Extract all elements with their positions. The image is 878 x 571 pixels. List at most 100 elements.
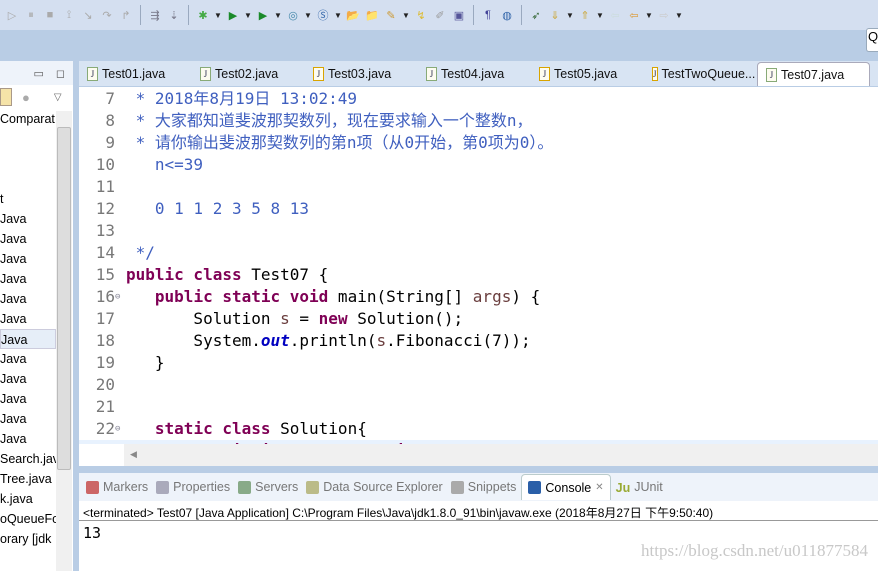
run-icon[interactable]: ▶	[225, 7, 241, 23]
tree-item[interactable]: Java	[0, 329, 56, 349]
tab-label: Test07.java	[781, 67, 845, 82]
code-token: Solution();	[347, 309, 464, 328]
terminate-icon[interactable]: ■	[42, 7, 58, 23]
tree-item[interactable]: Java	[0, 249, 56, 269]
java-file-icon: J	[766, 67, 777, 82]
tab-snippets[interactable]: Snippets	[448, 474, 520, 500]
tree-item[interactable]: orary [jdk	[0, 529, 56, 549]
dropdown-arrow-icon[interactable]: ▼	[402, 11, 410, 20]
block-selection-icon[interactable]: ▣	[451, 7, 467, 23]
dropdown-arrow-icon[interactable]: ▼	[304, 11, 312, 20]
next-annotation-icon[interactable]: ⇓	[547, 7, 563, 23]
tree-item[interactable]: Java	[0, 369, 56, 389]
globe-icon[interactable]: ◍	[499, 7, 515, 23]
fold-gutter	[115, 330, 126, 352]
dropdown-arrow-icon[interactable]: ▼	[214, 11, 222, 20]
dropdown-arrow-icon[interactable]: ▼	[675, 11, 683, 20]
tab-servers[interactable]: Servers	[235, 474, 301, 500]
tree-item[interactable]: Java	[0, 389, 56, 409]
disconnect-icon[interactable]: ⟟	[61, 7, 77, 23]
code-line: 14 */	[79, 242, 878, 264]
new-class-icon[interactable]: Ⓢ	[315, 7, 331, 23]
tab-test01-java[interactable]: J Test01.java	[79, 62, 192, 86]
launch-icon[interactable]: ➶	[528, 7, 544, 23]
step-into-icon[interactable]: ↘	[80, 7, 96, 23]
tree-item[interactable]	[0, 129, 56, 149]
highlight-icon[interactable]: ↯	[413, 7, 429, 23]
tab-test05-java[interactable]: J Test05.java	[531, 62, 644, 86]
step-over-icon[interactable]: ↷	[99, 7, 115, 23]
tree-item[interactable]: k.java	[0, 489, 56, 509]
step-return-icon[interactable]: ↱	[118, 7, 134, 23]
snippets-icon	[450, 480, 464, 494]
collapse-icon[interactable]: ●	[22, 90, 30, 105]
back-icon[interactable]: ⇦	[607, 7, 623, 23]
toggle-mark-icon[interactable]: ✐	[432, 7, 448, 23]
code-token: * 请你输出斐波那契数列的第n项（从0开始，第0项为0）。	[126, 133, 554, 152]
tree-item[interactable]	[0, 149, 56, 169]
minimize-icon[interactable]: ▭	[33, 67, 43, 80]
tree-item[interactable]: Java	[0, 309, 56, 329]
tree-item[interactable]: Java	[0, 209, 56, 229]
dropdown-arrow-icon[interactable]: ▼	[274, 11, 282, 20]
tree-item[interactable]: Java	[0, 229, 56, 249]
suspend-icon[interactable]: ⏸	[23, 7, 39, 23]
search-icon[interactable]: ✎	[383, 7, 399, 23]
line-number: 18	[95, 331, 115, 350]
quick-access-search[interactable]: Q	[866, 28, 878, 52]
console-status: <terminated> Test07 [Java Application] C…	[79, 501, 878, 521]
code-text: static class Solution{	[126, 418, 367, 440]
use-step-filters-icon[interactable]: ⇣	[166, 7, 182, 23]
scrollbar-thumb[interactable]	[57, 127, 71, 470]
close-icon[interactable]: ✕	[595, 482, 603, 493]
dropdown-arrow-icon[interactable]: ▼	[244, 11, 252, 20]
tab-test04-java[interactable]: J Test04.java	[418, 62, 531, 86]
open-task-icon[interactable]: 📁	[364, 7, 380, 23]
tab-properties[interactable]: Properties	[153, 474, 233, 500]
resume-icon[interactable]: ▷	[4, 7, 20, 23]
previous-annotation-icon[interactable]: ⇑	[577, 7, 593, 23]
fold-gutter	[115, 220, 126, 242]
tree-item[interactable]: Java	[0, 349, 56, 369]
forward-icon[interactable]: ⇨	[656, 7, 672, 23]
dropdown-arrow-icon[interactable]: ▼	[566, 11, 574, 20]
fold-toggle-icon[interactable]: ⊖	[115, 418, 126, 440]
drop-frame-icon[interactable]: ⇶	[147, 7, 163, 23]
debug-icon[interactable]: ✱	[195, 7, 211, 23]
tree-item[interactable]: oQueueFo	[0, 509, 56, 529]
tree-item[interactable]: Java	[0, 289, 56, 309]
show-whitespace-icon[interactable]: ¶	[480, 7, 496, 23]
back-dropdown-icon[interactable]: ⇦	[626, 7, 642, 23]
tree-item[interactable]: t	[0, 189, 56, 209]
tab-markers[interactable]: Markers	[83, 474, 151, 500]
new-server-icon[interactable]: ◎	[285, 7, 301, 23]
tree-item[interactable]	[0, 169, 56, 189]
tab-testtwoqueue-[interactable]: J TestTwoQueue...	[644, 62, 757, 86]
tree-item[interactable]: Java	[0, 409, 56, 429]
fold-toggle-icon[interactable]: ⊖	[115, 286, 126, 308]
tab-data-source-explorer[interactable]: Data Source Explorer	[303, 474, 446, 500]
line-number: 10	[95, 155, 115, 174]
tab-console[interactable]: Console ✕	[521, 474, 611, 500]
dropdown-arrow-icon[interactable]: ▼	[596, 11, 604, 20]
horizontal-scrollbar[interactable]: ◀	[124, 444, 878, 466]
tree-item[interactable]: Java	[0, 269, 56, 289]
tree-item[interactable]: Tree.java	[0, 469, 56, 489]
dropdown-arrow-icon[interactable]: ▼	[645, 11, 653, 20]
dropdown-arrow-icon[interactable]: ▼	[334, 11, 342, 20]
view-menu-icon[interactable]: ▽	[54, 92, 62, 103]
code-area[interactable]: 7 * 2018年8月19日 13:02:49 8 * 大家都知道斐波那契数列，现…	[79, 88, 878, 444]
tab-test07-java[interactable]: J Test07.java	[757, 62, 870, 86]
tab-test03-java[interactable]: J Test03.java	[305, 62, 418, 86]
external-tools-icon[interactable]: ▶	[255, 7, 271, 23]
tree-item[interactable]: Java	[0, 429, 56, 449]
tree-item[interactable]: Comparat	[0, 109, 56, 129]
tree-item[interactable]: Search.java	[0, 449, 56, 469]
open-type-icon[interactable]: 📂	[345, 7, 361, 23]
vertical-scrollbar[interactable]	[56, 111, 72, 571]
tab-test02-java[interactable]: J Test02.java	[192, 62, 305, 86]
tab-junit[interactable]: Ju JUnit	[613, 474, 666, 500]
java-file-warning-icon: J	[539, 67, 550, 81]
link-editor-icon[interactable]	[0, 88, 12, 106]
maximize-icon[interactable]: ◻	[56, 67, 65, 80]
